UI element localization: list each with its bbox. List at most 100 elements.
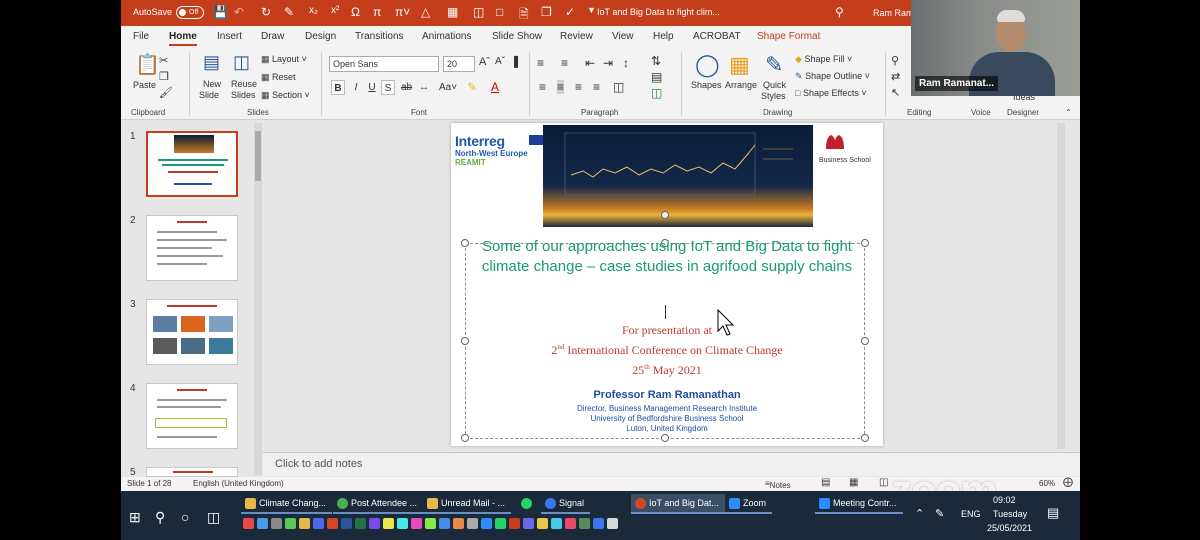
fit-slide-icon[interactable]: ⨁ (1063, 477, 1073, 488)
new-slide-button[interactable]: New (203, 79, 221, 89)
clock-date[interactable]: 25/05/2021 (987, 523, 1032, 533)
pinned-app-icon[interactable] (243, 518, 254, 529)
pinned-app-icon[interactable] (383, 518, 394, 529)
line-spacing-icon[interactable]: ↕ (623, 56, 629, 70)
paste-button[interactable]: Paste (133, 80, 156, 90)
tab-home[interactable]: Home (169, 31, 197, 46)
grow-font-icon[interactable]: Aˆ (479, 56, 490, 68)
new-slide-icon[interactable]: ▤ (203, 52, 220, 73)
tab-draw[interactable]: Draw (261, 31, 284, 42)
slide-sorter-icon[interactable]: ▦ (849, 477, 858, 488)
windows-start-icon[interactable]: ⊞ (129, 509, 141, 526)
reading-view-icon[interactable]: ◫ (879, 477, 888, 488)
pinned-app-icon[interactable] (551, 518, 562, 529)
subscript-icon[interactable]: x₂ (309, 5, 318, 16)
slide-1[interactable]: Interreg North-West Europe REAMIT Busine… (451, 123, 883, 446)
decrease-indent-icon[interactable]: ⇤ (585, 56, 595, 70)
shadow-button[interactable]: S (381, 80, 395, 95)
thumbnail-slide-4[interactable] (146, 383, 238, 449)
new-doc-icon[interactable]: 🗎 (519, 5, 529, 26)
tab-file[interactable]: File (133, 31, 149, 42)
justify-icon[interactable]: ≡ (593, 80, 600, 94)
shapes-qa-icon[interactable]: △ (421, 5, 430, 19)
shapes-button[interactable]: Shapes (691, 80, 722, 90)
pinned-app-icon[interactable] (299, 518, 310, 529)
thumbnails-scrollbar[interactable] (254, 123, 262, 475)
normal-view-icon[interactable]: ▤ (821, 477, 830, 488)
select-icon[interactable]: ↖ (891, 86, 900, 99)
quick-styles-icon[interactable]: ✎ (765, 52, 783, 78)
taskbar-item-whatsapp[interactable] (517, 494, 537, 514)
taskbar-item-meeting-controls[interactable]: Meeting Contr... (815, 494, 903, 514)
notes-button[interactable]: ≡ Notes (765, 479, 791, 490)
pinned-app-icon[interactable] (509, 518, 520, 529)
taskbar-item-signal[interactable]: Signal (541, 494, 591, 514)
spelling-icon[interactable]: ✓ (565, 5, 575, 19)
tab-transitions[interactable]: Transitions (355, 31, 404, 42)
format-painter-icon[interactable]: ✎ (284, 5, 294, 19)
layout-button[interactable]: ▦ Layout ˅ (261, 54, 307, 65)
shapes-icon[interactable]: ◯ (695, 52, 720, 78)
align-right-icon[interactable]: ≡ (575, 80, 582, 94)
taskbar-item-chrome[interactable]: Post Attendee ... (333, 494, 424, 514)
pinned-app-icon[interactable] (537, 518, 548, 529)
zoom-level[interactable]: 60% (1039, 479, 1055, 488)
numbering-icon[interactable]: ≡ (561, 56, 568, 70)
pinned-app-icon[interactable] (481, 518, 492, 529)
taskbar-item-mail[interactable]: Unread Mail - ... (423, 494, 512, 514)
pinned-app-icon[interactable] (411, 518, 422, 529)
thumbnail-slide-3[interactable] (146, 299, 238, 365)
pinned-app-icon[interactable] (453, 518, 464, 529)
equation-icon[interactable]: π˅ (395, 5, 410, 19)
superscript-icon[interactable]: x² (331, 5, 339, 16)
pinned-app-icon[interactable] (523, 518, 534, 529)
bold-button[interactable]: B (331, 80, 345, 95)
layout-qa-icon[interactable]: ▦ (447, 5, 458, 19)
pinned-app-icon[interactable] (257, 518, 268, 529)
reuse-slides-button[interactable]: Reuse (231, 79, 257, 89)
tab-acrobat[interactable]: ACROBAT (693, 31, 741, 42)
pinned-app-icon[interactable] (285, 518, 296, 529)
pinned-app-icon[interactable] (341, 518, 352, 529)
shrink-font-icon[interactable]: Aˇ (495, 56, 505, 67)
pinned-app-icon[interactable] (425, 518, 436, 529)
pen-icon[interactable]: ✎ (935, 507, 944, 520)
autosave-toggle[interactable]: Off (176, 6, 204, 19)
pinned-app-icon[interactable] (607, 518, 618, 529)
pinned-app-icon[interactable] (579, 518, 590, 529)
underline-button[interactable]: U (365, 80, 379, 95)
pinned-app-icon[interactable] (439, 518, 450, 529)
font-size-select[interactable]: 20 (443, 56, 475, 72)
resize-handle[interactable] (861, 434, 869, 442)
thumbnail-slide-5[interactable] (146, 467, 238, 477)
increase-indent-icon[interactable]: ⇥ (603, 56, 613, 70)
reuse-slides-icon[interactable]: ◫ (233, 52, 250, 73)
pinned-app-icon[interactable] (271, 518, 282, 529)
pinned-app-icon[interactable] (369, 518, 380, 529)
change-case-icon[interactable]: Aa˅ (439, 82, 457, 93)
shape-outline-button[interactable]: ✎ Shape Outline ˅ (795, 71, 870, 82)
find-icon[interactable]: ⚲ (891, 54, 899, 67)
thumbnail-slide-1[interactable] (146, 131, 238, 197)
taskbar-item-file-explorer[interactable]: Climate Chang... (241, 494, 333, 514)
tab-insert[interactable]: Insert (217, 31, 242, 42)
tab-animations[interactable]: Animations (422, 31, 471, 42)
reset-button[interactable]: ▦ Reset (261, 72, 296, 83)
cut-icon[interactable]: ✂ (159, 54, 168, 67)
section-button[interactable]: ▦ Section ˅ (261, 90, 310, 101)
notification-center-icon[interactable]: ▤ (1047, 505, 1059, 521)
font-name-select[interactable]: Open Sans (329, 56, 439, 72)
tab-slide-show[interactable]: Slide Show (492, 31, 542, 42)
rotate-handle[interactable] (661, 211, 669, 219)
redo-icon[interactable]: ↻ (261, 5, 271, 19)
document-title[interactable]: IoT and Big Data to fight clim... (597, 7, 720, 17)
resize-handle[interactable] (661, 434, 669, 442)
resize-handle[interactable] (461, 434, 469, 442)
smartart-icon[interactable]: ◫ (651, 86, 662, 100)
tab-help[interactable]: Help (653, 31, 674, 42)
notes-placeholder[interactable]: Click to add notes (275, 458, 362, 470)
pinned-app-icon[interactable] (397, 518, 408, 529)
copy-icon[interactable]: ❐ (541, 5, 552, 19)
search-taskbar-icon[interactable]: ⚲ (155, 509, 165, 526)
char-spacing-icon[interactable]: ↔ (419, 82, 429, 93)
